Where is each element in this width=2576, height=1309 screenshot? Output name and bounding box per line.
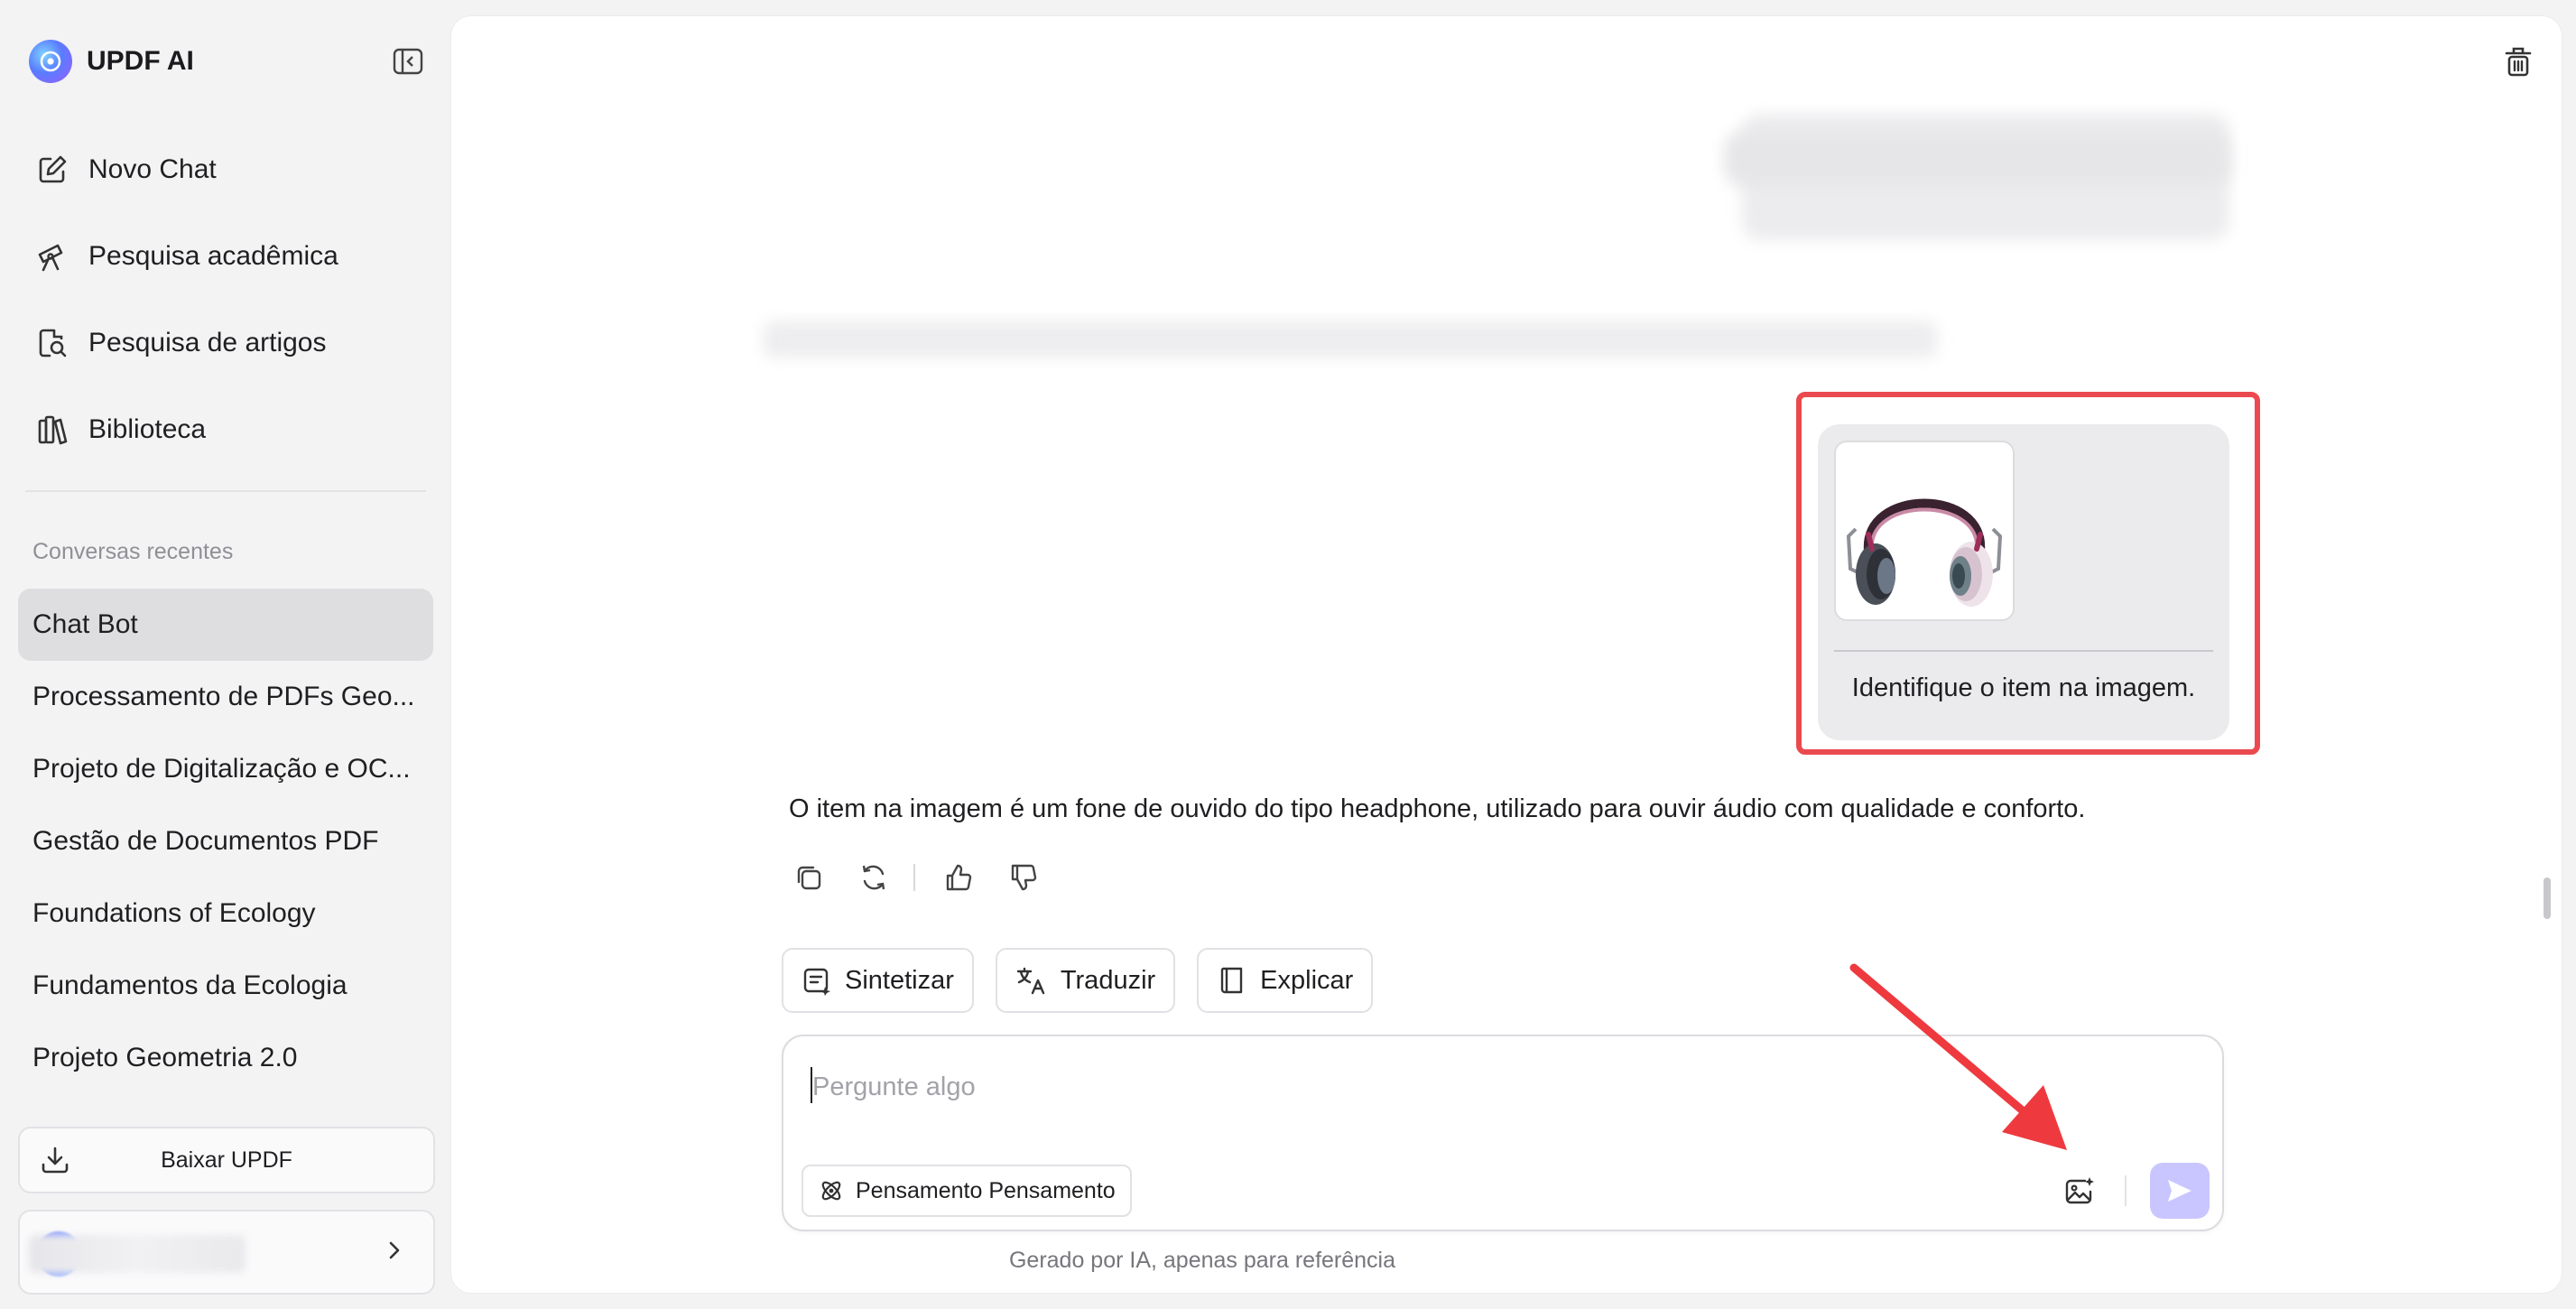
recent-item[interactable]: Foundations of Ecology: [18, 877, 433, 950]
edit-icon: [39, 155, 67, 183]
thumbs-up-button[interactable]: [939, 858, 978, 897]
refresh-icon: [862, 865, 885, 890]
text-caret: [811, 1067, 812, 1103]
user-account-card[interactable]: [18, 1210, 435, 1295]
thumbs-down-icon: [1011, 864, 1037, 891]
send-button[interactable]: [2150, 1163, 2210, 1219]
redacted-response: [764, 321, 1937, 357]
library-icon: [38, 415, 68, 445]
question-input[interactable]: [811, 1063, 2078, 1110]
thinking-mode-toggle[interactable]: Pensamento Pensamento: [802, 1165, 1132, 1217]
recent-item[interactable]: Fundamentos da Ecologia: [18, 950, 433, 1022]
sidebar-nav: Novo Chat Pesquisa acadêmica Pesquisa de…: [18, 126, 433, 473]
doc-search-icon: [39, 329, 67, 357]
nav-label: Pesquisa acadêmica: [88, 241, 338, 271]
nav-novo-chat[interactable]: Novo Chat: [18, 126, 433, 213]
thumbs-down-button[interactable]: [1004, 858, 1043, 897]
recent-item[interactable]: Processamento de PDFs Geo...: [18, 661, 433, 733]
summarize-icon: [803, 968, 830, 996]
chip-label: Traduzir: [1060, 965, 1156, 995]
thumbs-up-icon: [946, 864, 972, 891]
chip-label: Explicar: [1260, 965, 1354, 995]
sintetizar-button[interactable]: Sintetizar: [782, 948, 974, 1013]
actions-divider: [913, 864, 915, 891]
book-icon: [1220, 967, 1243, 994]
thinking-mode-label: Pensamento Pensamento: [856, 1177, 1116, 1203]
nav-label: Pesquisa de artigos: [88, 328, 327, 357]
copy-button[interactable]: [789, 858, 829, 897]
upload-image-button[interactable]: [2060, 1172, 2099, 1212]
download-label: Baixar UPDF: [161, 1147, 292, 1173]
nav-pesquisa-artigos[interactable]: Pesquisa de artigos: [18, 300, 433, 386]
chevron-right-icon: [381, 1237, 408, 1268]
composer-divider: [2125, 1175, 2127, 1206]
copy-icon: [797, 866, 821, 890]
annotation-highlight-box: [1796, 392, 2260, 755]
send-icon: [2168, 1180, 2191, 1202]
user-name-redacted: [29, 1235, 246, 1273]
recent-conversations-list: Chat Bot Processamento de PDFs Geo... Pr…: [18, 589, 433, 1094]
nav-label: Novo Chat: [88, 154, 217, 184]
updf-logo-icon: [29, 40, 72, 83]
regenerate-button[interactable]: [854, 858, 894, 897]
traduzir-button[interactable]: Traduzir: [995, 948, 1176, 1013]
ai-answer-text: O item na imagem é um fone de ouvido do …: [789, 794, 2086, 823]
chat-panel: Identifique o item na imagem. O item na …: [451, 16, 2562, 1293]
download-icon: [40, 1145, 70, 1182]
nav-biblioteca[interactable]: Biblioteca: [18, 386, 433, 473]
download-updf-button[interactable]: Baixar UPDF: [18, 1127, 435, 1193]
recent-item[interactable]: Projeto de Digitalização e OC...: [18, 733, 433, 805]
clear-chat-button[interactable]: [2498, 42, 2538, 81]
message-composer: Pensamento Pensamento: [782, 1035, 2224, 1231]
ai-disclaimer: Gerado por IA, apenas para referência: [1008, 1248, 1396, 1273]
image-sparkle-icon: [2065, 1177, 2094, 1204]
trash-icon: [2505, 47, 2532, 77]
brand-name: UPDF AI: [87, 46, 194, 76]
brand[interactable]: UPDF AI: [29, 40, 194, 83]
scrollbar-thumb[interactable]: [2544, 877, 2551, 919]
recent-conversations-label: Conversas recentes: [32, 539, 234, 564]
chip-label: Sintetizar: [845, 965, 954, 995]
collapse-sidebar-icon[interactable]: [390, 43, 426, 79]
nav-pesquisa-academica[interactable]: Pesquisa acadêmica: [18, 213, 433, 300]
explicar-button[interactable]: Explicar: [1197, 948, 1374, 1013]
redacted-message-line: [1724, 132, 2229, 186]
nav-label: Biblioteca: [88, 414, 207, 444]
recent-item-active[interactable]: Chat Bot: [18, 589, 433, 661]
telescope-icon: [38, 244, 63, 272]
quick-action-chips: Sintetizar Traduzir Explicar: [782, 948, 1374, 1013]
recent-item[interactable]: Projeto Geometria 2.0: [18, 1022, 433, 1094]
translate-icon: [1016, 967, 1045, 995]
sidebar-divider: [25, 490, 426, 492]
sidebar: UPDF AI Novo Chat Pesquisa acadêmica Pes…: [0, 0, 451, 1309]
recent-item[interactable]: Gestão de Documentos PDF: [18, 805, 433, 877]
answer-actions: [789, 858, 1069, 897]
atom-icon: [821, 1181, 841, 1201]
